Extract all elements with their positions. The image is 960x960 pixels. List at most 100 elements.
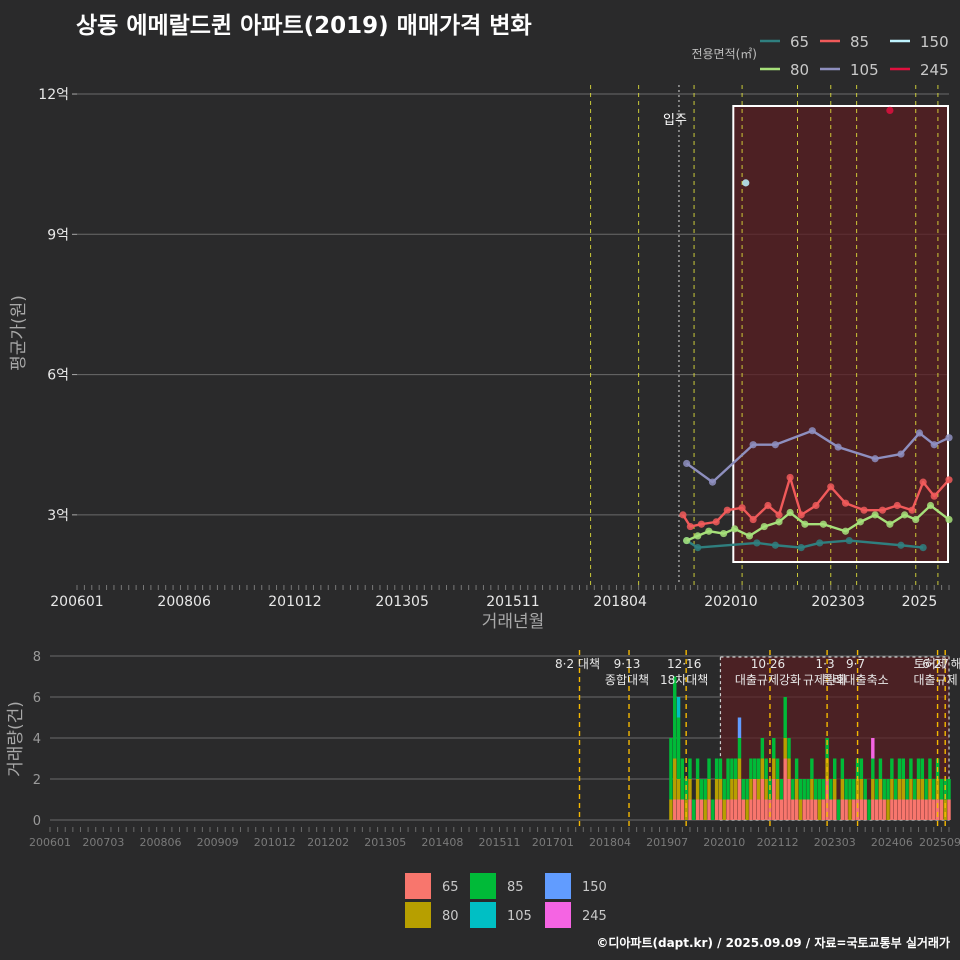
- policy-annotation-label: 8·2 대책: [555, 656, 600, 671]
- bar-65: [756, 799, 761, 820]
- bar-85: [848, 779, 852, 800]
- bar-85: [772, 738, 776, 759]
- bar-85: [840, 758, 845, 779]
- bar-85: [817, 779, 822, 800]
- x-tick-label: 202303: [811, 594, 864, 610]
- bar-80: [688, 779, 692, 800]
- bar-65: [806, 799, 810, 820]
- bar-85: [733, 758, 738, 779]
- bar-105: [676, 697, 681, 718]
- bar-85: [859, 758, 864, 779]
- bar-85: [890, 758, 894, 779]
- data-point-80: [694, 532, 702, 540]
- bar-65: [676, 799, 681, 820]
- data-point-85: [919, 478, 927, 486]
- bar-80: [909, 779, 913, 800]
- bar-80: [886, 799, 890, 820]
- bar-85: [737, 738, 742, 759]
- bar-65: [905, 799, 909, 820]
- data-point-85: [878, 506, 887, 514]
- bar-y-tick-label: 4: [33, 732, 41, 747]
- bar-85: [718, 758, 723, 779]
- data-point-245: [886, 106, 894, 114]
- data-point-65: [771, 541, 779, 549]
- bar-65: [680, 799, 685, 820]
- bar-85: [833, 758, 837, 779]
- legend-label-150: 150: [920, 33, 949, 51]
- bar-65: [779, 799, 784, 820]
- y-tick-label: 9억: [47, 227, 69, 243]
- bar-85: [844, 779, 848, 800]
- data-point-65: [753, 539, 761, 547]
- bar-65: [833, 799, 837, 820]
- bar-65: [810, 799, 814, 820]
- bar-80: [840, 779, 845, 800]
- data-point-80: [731, 525, 739, 533]
- bar-65: [913, 799, 917, 820]
- bar-80: [745, 799, 749, 820]
- data-point-65: [816, 539, 824, 547]
- bar-85: [764, 758, 768, 779]
- bar-x-tick-label: 200909: [197, 836, 239, 849]
- bar-85: [699, 779, 704, 800]
- bar-legend-label-245: 245: [582, 909, 607, 924]
- bar-80: [695, 779, 700, 800]
- bar-x-tick-label: 201804: [589, 836, 631, 849]
- legend-title: 전용면적(㎡): [691, 47, 757, 61]
- bar-y-tick-label: 6: [33, 691, 41, 706]
- y-tick-label: 3억: [47, 508, 69, 524]
- bar-80: [673, 758, 677, 800]
- bar-65: [718, 799, 723, 820]
- bar-65: [840, 799, 845, 820]
- bar-80: [718, 779, 723, 800]
- bar-65: [699, 799, 704, 820]
- data-point-80: [871, 511, 879, 519]
- bar-80: [749, 779, 753, 800]
- bar-85: [783, 697, 787, 738]
- bar-65: [916, 799, 921, 820]
- bar-80: [756, 779, 761, 800]
- bar-85: [863, 779, 867, 800]
- data-point-85: [841, 499, 850, 507]
- data-point-85: [775, 511, 783, 519]
- bar-85: [787, 738, 791, 759]
- bar-80: [794, 779, 799, 800]
- bar-65: [775, 799, 780, 820]
- bar-85: [829, 779, 833, 800]
- bar-65: [859, 799, 864, 820]
- bar-85: [893, 779, 898, 800]
- bar-85: [775, 758, 780, 779]
- chart-canvas: 상동 에메랄드퀸 아파트(2019) 매매가격 변화 3억 6억 9억 12억 입주 20…: [0, 0, 960, 960]
- bar-x-tick-label: 201305: [364, 836, 406, 849]
- bar-80: [737, 758, 742, 779]
- bar-85: [821, 779, 826, 800]
- bar-x-tick-label: 201511: [479, 836, 521, 849]
- bar-80: [676, 779, 681, 800]
- bar-65: [760, 779, 765, 820]
- legend-label-80: 80: [790, 61, 809, 79]
- bar-65: [783, 758, 787, 820]
- bar-245: [871, 738, 875, 759]
- bar-80: [848, 799, 852, 820]
- bar-legend-swatch-245: [545, 902, 571, 928]
- bar-80: [890, 779, 894, 800]
- bar-80: [928, 779, 932, 800]
- bar-65: [707, 799, 711, 820]
- x-tick-label: 200806: [157, 594, 211, 610]
- policy-annotation-label: 특례대출축소: [822, 673, 888, 687]
- bar-65: [863, 799, 867, 820]
- bar-65: [909, 799, 913, 820]
- bar-65: [753, 779, 757, 820]
- bar-65: [897, 799, 902, 820]
- bar-80: [730, 779, 734, 800]
- data-point-65: [845, 536, 853, 545]
- bar-65: [787, 779, 791, 820]
- bar-65: [688, 799, 692, 820]
- data-point-80: [901, 511, 909, 519]
- data-point-85: [893, 501, 901, 510]
- bar-65: [764, 799, 768, 820]
- bar-85: [676, 717, 681, 779]
- bar-85: [878, 758, 883, 779]
- data-point-85: [712, 518, 720, 526]
- data-point-85: [738, 504, 746, 512]
